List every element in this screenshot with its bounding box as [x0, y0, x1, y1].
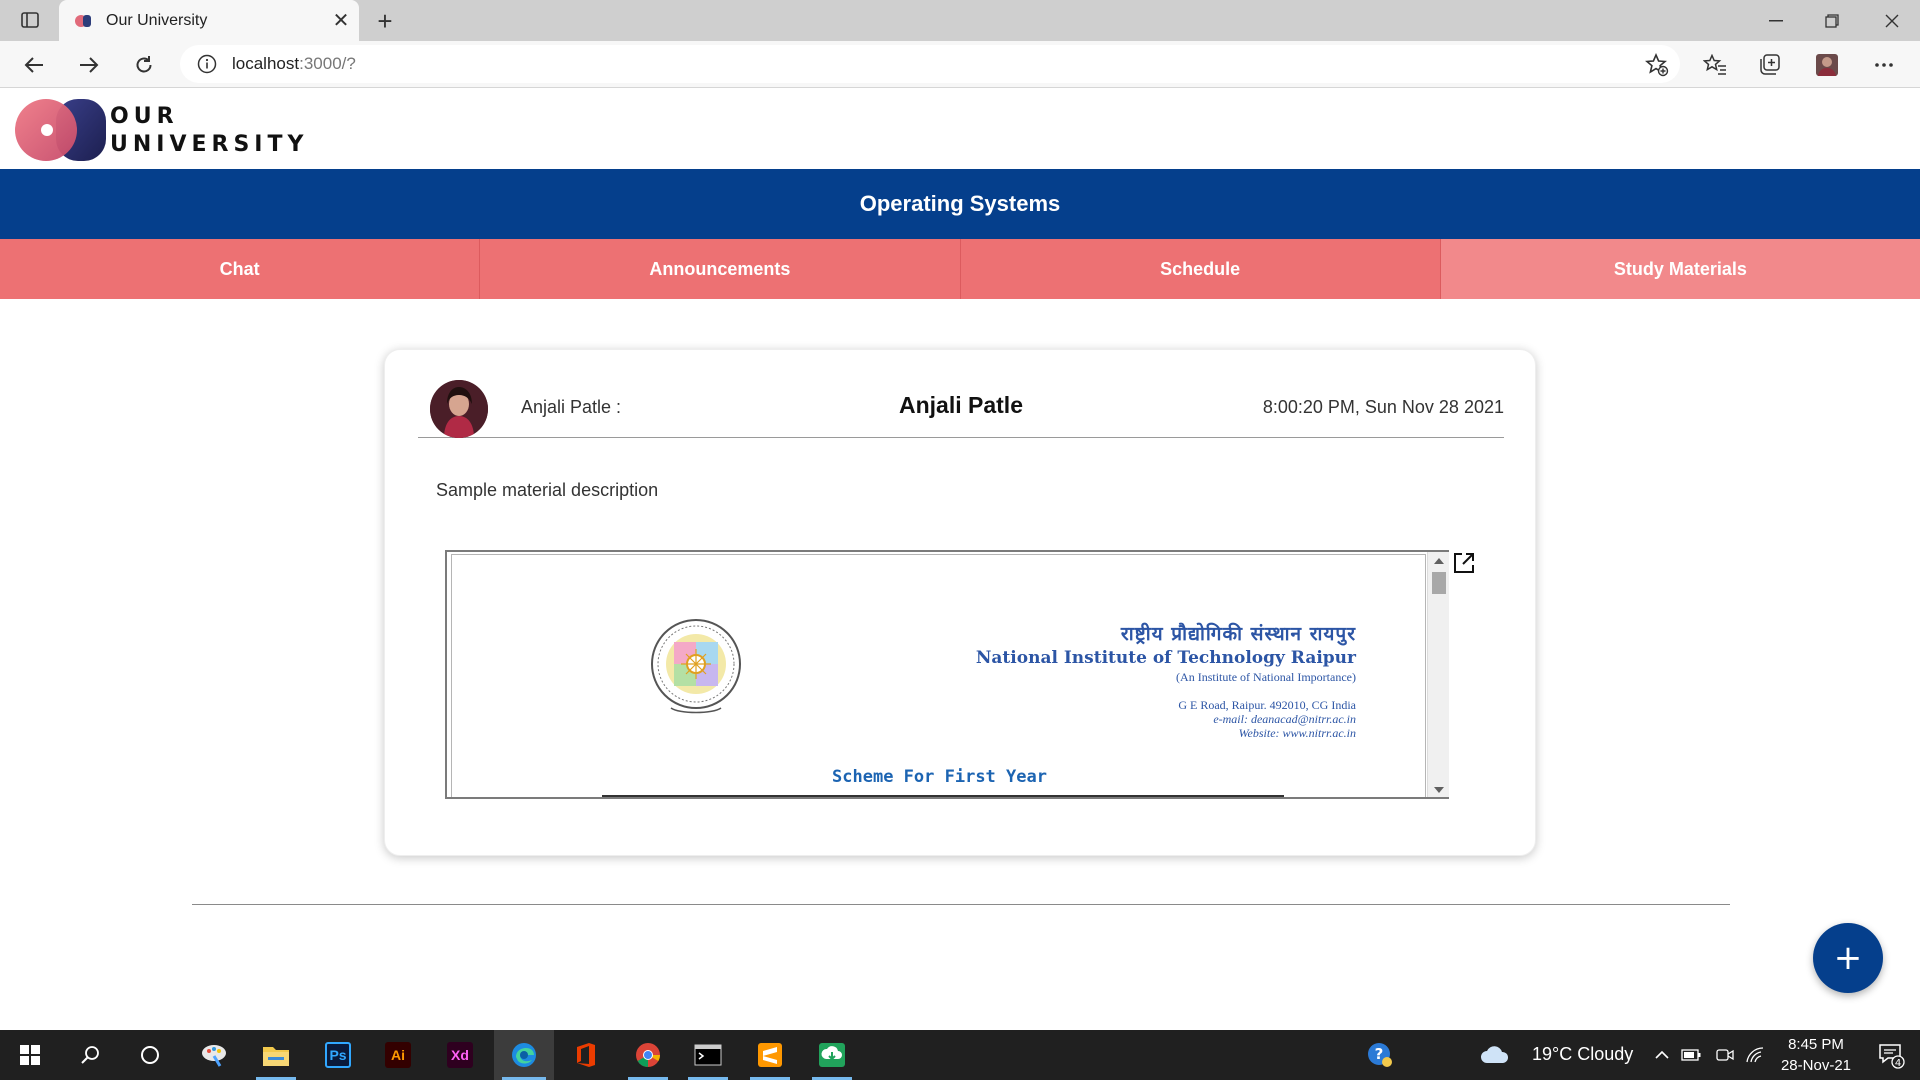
weather-cloud-icon[interactable] — [1478, 1030, 1512, 1080]
meet-now-icon[interactable] — [1711, 1030, 1739, 1080]
logo-line-2: UNIVERSITY — [110, 132, 309, 157]
document-preview[interactable]: राष्ट्रीय प्रौद्योगिकी संस्थान रायपुर Na… — [445, 550, 1449, 799]
plus-icon: + — [1833, 938, 1863, 978]
show-hidden-icons-icon[interactable] — [1648, 1030, 1676, 1080]
illustrator-label: Ai — [385, 1042, 411, 1068]
material-card: Anjali Patle : Anjali Patle 8:00:20 PM, … — [384, 349, 1536, 856]
logo-mark-icon — [15, 99, 106, 161]
minimize-icon[interactable] — [1748, 0, 1804, 41]
course-banner: Operating Systems — [0, 169, 1920, 239]
university-logo[interactable]: OUR UNIVERSITY — [14, 97, 334, 163]
weather-text[interactable]: 19°C Cloudy — [1532, 1044, 1633, 1065]
site-header: OUR UNIVERSITY — [0, 89, 1920, 169]
windows-start-icon[interactable] — [2, 1030, 58, 1080]
institute-tagline: (An Institute of National Importance) — [1176, 670, 1356, 684]
photoshop-icon[interactable]: Ps — [310, 1030, 366, 1080]
scrollbar-thumb[interactable] — [1432, 572, 1446, 594]
tab-actions-icon[interactable] — [18, 9, 42, 31]
forward-icon[interactable] — [71, 47, 107, 83]
site-info-icon[interactable] — [196, 53, 218, 75]
add-material-button[interactable]: + — [1813, 923, 1883, 993]
close-tab-icon[interactable]: ✕ — [323, 3, 359, 39]
terminal-icon[interactable] — [680, 1030, 736, 1080]
avatar — [430, 380, 488, 438]
browser-toolbar: localhost:3000/? — [0, 41, 1920, 88]
edge-browser-icon[interactable] — [494, 1030, 554, 1080]
scroll-down-icon[interactable] — [1434, 787, 1444, 793]
url-path: :3000/? — [299, 54, 356, 73]
add-favorite-icon[interactable] — [1644, 52, 1670, 78]
browser-tab-strip: Our University ✕ + — [0, 0, 1920, 41]
back-icon[interactable] — [16, 47, 52, 83]
institute-website: Website: www.nitrr.ac.in — [1238, 726, 1356, 740]
new-tab-icon[interactable]: + — [370, 6, 400, 36]
browser-tab[interactable]: Our University ✕ — [59, 0, 359, 41]
sublime-text-icon[interactable] — [742, 1030, 798, 1080]
refresh-icon[interactable] — [126, 47, 162, 83]
institute-address: G E Road, Raipur. 492010, CG India — [1178, 698, 1356, 712]
institute-seal-icon — [651, 619, 741, 714]
help-icon[interactable]: ? — [1352, 1030, 1408, 1080]
svg-text:?: ? — [1375, 1045, 1384, 1063]
system-clock[interactable]: 8:45 PM 28-Nov-21 — [1766, 1034, 1866, 1076]
illustrator-icon[interactable]: Ai — [370, 1030, 426, 1080]
battery-icon[interactable] — [1677, 1030, 1705, 1080]
institute-hindi-name: राष्ट्रीय प्रौद्योगिकी संस्थान रायपुर — [1120, 623, 1356, 645]
clock-time: 8:45 PM — [1788, 1036, 1844, 1053]
content-divider — [192, 904, 1730, 905]
photoshop-label: Ps — [325, 1042, 351, 1068]
search-icon[interactable] — [62, 1030, 118, 1080]
collections-icon[interactable] — [1752, 47, 1788, 83]
restore-icon[interactable] — [1804, 0, 1860, 41]
tab-study-materials[interactable]: Study Materials — [1440, 239, 1920, 299]
wifi-icon[interactable] — [1741, 1030, 1769, 1080]
document-scrollbar[interactable] — [1427, 552, 1449, 797]
chrome-icon[interactable] — [620, 1030, 676, 1080]
scroll-up-icon[interactable] — [1434, 558, 1444, 564]
tab-title: Our University — [106, 11, 208, 29]
favorites-icon[interactable] — [1697, 47, 1733, 83]
institute-email: e-mail: deanacad@nitrr.ac.in — [1213, 712, 1356, 726]
poster-name: Anjali Patle : — [521, 397, 622, 417]
clock-date: 28-Nov-21 — [1780, 1057, 1852, 1074]
course-tabs: Chat Announcements Schedule Study Materi… — [0, 239, 1920, 299]
cloud-download-app-icon[interactable] — [804, 1030, 860, 1080]
file-explorer-icon[interactable] — [248, 1030, 304, 1080]
course-title: Operating Systems — [859, 191, 1061, 216]
logo-text: OUR UNIVERSITY — [110, 103, 308, 159]
os-taskbar: Ps Ai Xd ? 19°C Cloudy 8:45 PM 28-Nov-21… — [0, 1030, 1920, 1080]
paint-app-icon[interactable] — [186, 1030, 242, 1080]
address-bar[interactable]: localhost:3000/? — [180, 45, 1680, 83]
logo-line-1: OUR — [110, 104, 179, 129]
notification-center-icon[interactable]: 4 — [1866, 1030, 1916, 1080]
office-icon[interactable] — [558, 1030, 614, 1080]
tab-announcements[interactable]: Announcements — [480, 239, 961, 299]
tab-schedule[interactable]: Schedule — [960, 239, 1441, 299]
task-view-icon[interactable] — [122, 1030, 178, 1080]
more-options-icon[interactable] — [1866, 47, 1902, 83]
url-text: localhost:3000/? — [232, 54, 356, 74]
profile-avatar[interactable] — [1809, 47, 1845, 83]
close-window-icon[interactable] — [1864, 0, 1920, 41]
notification-count: 4 — [1895, 1058, 1901, 1069]
document-page: राष्ट्रीय प्रौद्योगिकी संस्थान रायपुर Na… — [451, 554, 1426, 797]
site-favicon-icon — [74, 14, 92, 28]
posted-timestamp: 8:00:20 PM, Sun Nov 28 2021 — [1262, 397, 1504, 417]
xd-icon[interactable]: Xd — [432, 1030, 488, 1080]
url-host: localhost — [232, 54, 300, 73]
xd-label: Xd — [447, 1042, 473, 1068]
open-external-icon[interactable] — [1451, 550, 1477, 576]
heading-rule — [602, 795, 1284, 797]
tab-chat[interactable]: Chat — [0, 239, 481, 299]
material-card-header: Anjali Patle : Anjali Patle 8:00:20 PM, … — [418, 380, 1504, 438]
material-description: Sample material description — [436, 480, 659, 500]
document-heading: Scheme For First Year — [832, 767, 1047, 787]
institute-name: National Institute of Technology Raipur — [975, 648, 1356, 668]
